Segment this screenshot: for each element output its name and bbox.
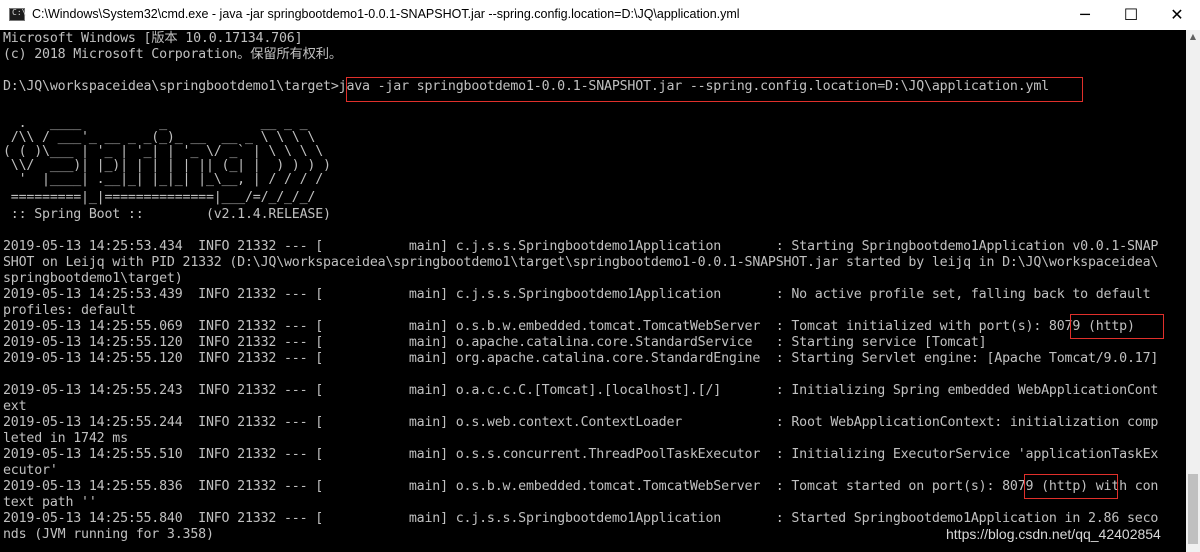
cmd-icon[interactable]: C:\ <box>9 8 27 21</box>
log-line: ext <box>3 399 27 414</box>
console-line: Microsoft Windows [版本 10.0.17134.706] <box>3 31 303 46</box>
window-title: C:\Windows\System32\cmd.exe - java -jar … <box>32 7 740 21</box>
ascii-art-line: ' |____| .__|_| |_|_| |_\__, | / / / / <box>3 172 324 187</box>
spring-boot-version: :: Spring Boot :: (v2.1.4.RELEASE) <box>3 207 331 222</box>
log-line: nds (JVM running for 3.358) <box>3 527 214 542</box>
close-button[interactable]: ✕ <box>1154 0 1200 30</box>
ascii-art-line: =========|_|==============|___/=/_/_/_/ <box>3 190 316 205</box>
console-output[interactable]: Microsoft Windows [版本 10.0.17134.706] (c… <box>0 30 1186 552</box>
log-line: 2019-05-13 14:25:53.439 INFO 21332 --- [… <box>3 287 1151 302</box>
log-line: 2019-05-13 14:25:53.434 INFO 21332 --- [… <box>3 239 1159 254</box>
log-line: 2019-05-13 14:25:55.120 INFO 21332 --- [… <box>3 335 987 350</box>
maximize-button[interactable]: ☐ <box>1108 0 1154 30</box>
log-line: leted in 1742 ms <box>3 431 128 446</box>
scrollbar-track[interactable] <box>1186 44 1200 552</box>
watermark: https://blog.csdn.net/qq_42402854 <box>946 526 1161 542</box>
log-line: 2019-05-13 14:25:55.243 INFO 21332 --- [… <box>3 383 1159 398</box>
title-bar[interactable]: C:\ C:\Windows\System32\cmd.exe - java -… <box>0 0 1200 30</box>
log-line: text path '' <box>3 495 97 510</box>
log-line: 2019-05-13 14:25:55.836 INFO 21332 --- [… <box>3 479 1159 494</box>
minimize-button[interactable]: ─ <box>1062 0 1108 30</box>
log-line: 2019-05-13 14:25:55.120 INFO 21332 --- [… <box>3 351 1159 366</box>
scroll-up-arrow-icon[interactable]: ▲ <box>1186 30 1200 44</box>
scrollbar-thumb[interactable] <box>1188 474 1198 544</box>
log-line: SHOT on Leijq with PID 21332 (D:\JQ\work… <box>3 255 1159 270</box>
log-line: ecutor' <box>3 463 58 478</box>
port-highlight-box <box>1024 474 1118 499</box>
log-line: 2019-05-13 14:25:55.069 INFO 21332 --- [… <box>3 319 1135 334</box>
vertical-scrollbar[interactable]: ▲ <box>1186 30 1200 552</box>
cmd-icon-text: C:\ <box>12 8 27 17</box>
log-line: 2019-05-13 14:25:55.510 INFO 21332 --- [… <box>3 447 1159 462</box>
port-highlight-box <box>1070 314 1164 339</box>
console-line: (c) 2018 Microsoft Corporation。保留所有权利。 <box>3 47 342 62</box>
command-highlight-box <box>346 77 1083 102</box>
log-line: springbootdemo1\target) <box>3 271 183 286</box>
log-line: profiles: default <box>3 303 136 318</box>
log-line: 2019-05-13 14:25:55.244 INFO 21332 --- [… <box>3 415 1159 430</box>
log-line: 2019-05-13 14:25:55.840 INFO 21332 --- [… <box>3 511 1159 526</box>
